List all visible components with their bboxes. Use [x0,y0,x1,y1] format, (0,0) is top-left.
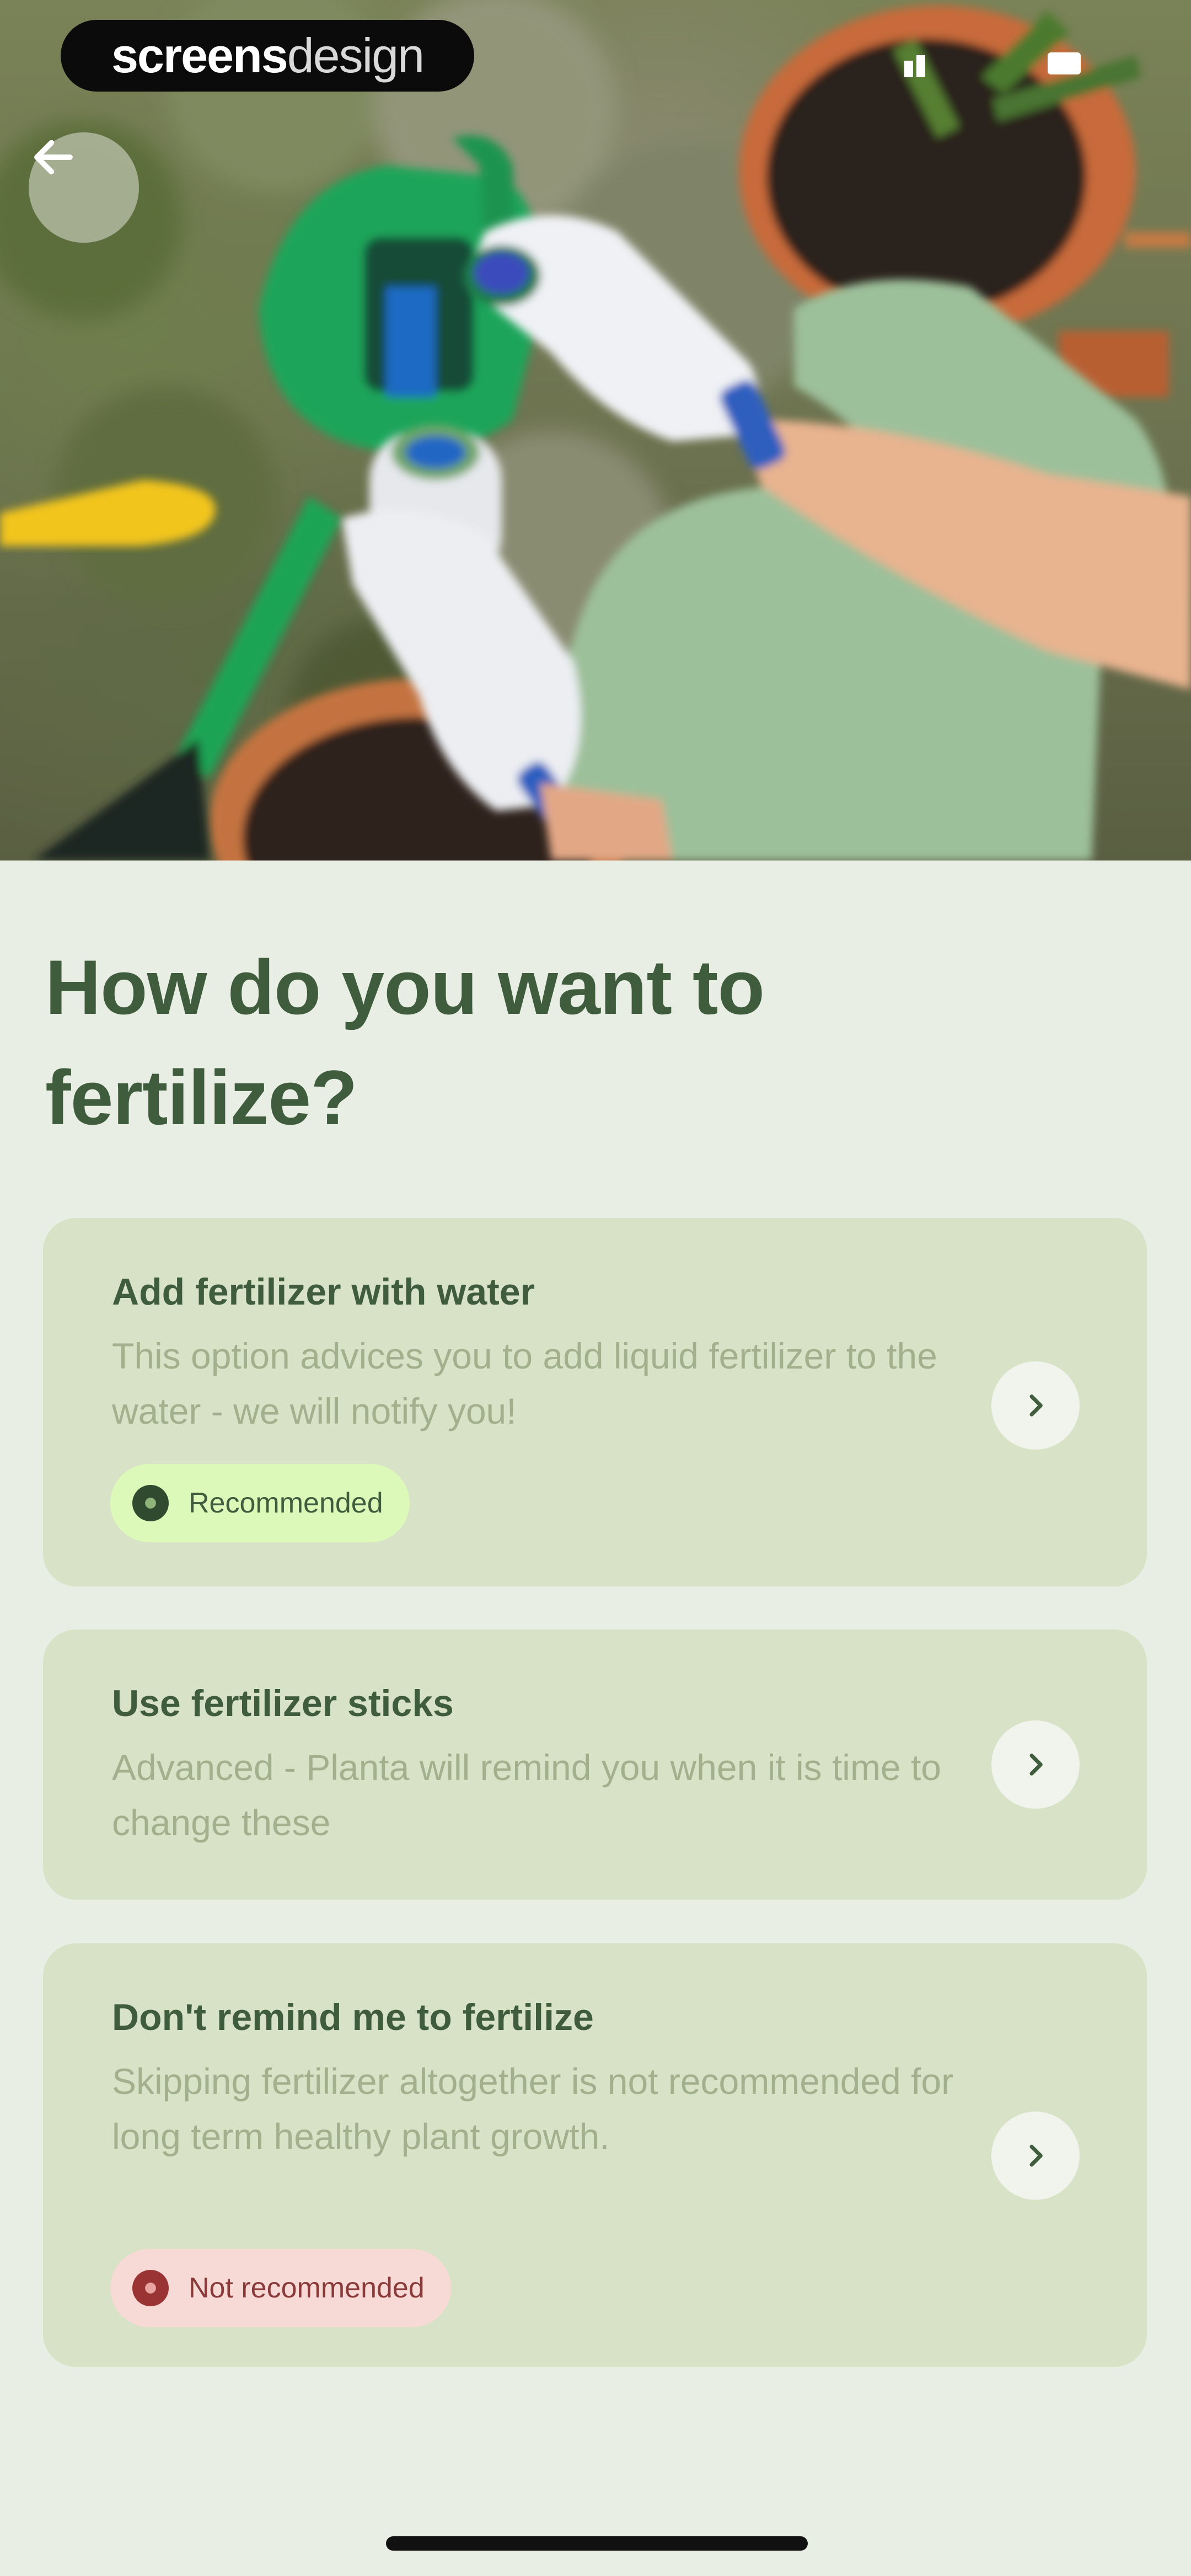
recommended-dot-icon [132,1485,169,1521]
badge-label: Recommended [189,1487,383,1519]
gardening-photo-illustration [0,0,1191,861]
chevron-right-icon [1029,1394,1043,1417]
option-title: Use fertilizer sticks [112,1682,454,1724]
arrow-left-icon [34,140,73,175]
option-card-sticks[interactable]: Use fertilizer sticks Advanced - Planta … [43,1629,1147,1900]
recommended-badge: Recommended [110,1464,410,1542]
page-title: How do you want to fertilize? [45,944,765,1141]
chevron-right-button[interactable] [991,1720,1080,1809]
option-title: Add fertilizer with water [112,1271,535,1313]
option-description: This option advices you to add liquid fe… [112,1335,937,1431]
chevron-right-icon [1029,2145,1043,2167]
option-description: Advanced - Planta will remind you when i… [112,1747,942,1843]
option-description: Skipping fertilizer altogether is not re… [112,2061,954,2157]
home-indicator [386,2536,808,2551]
badge-label: Not recommended [189,2272,425,2304]
back-button[interactable] [29,132,139,243]
warning-dot-icon [132,2270,169,2306]
chevron-right-button[interactable] [991,1361,1080,1450]
hero-image: screens design [0,0,1191,861]
option-card-water[interactable]: Add fertilizer with water This option ad… [43,1218,1147,1586]
option-title: Don't remind me to fertilize [112,1996,594,2038]
not-recommended-badge: Not recommended [110,2249,451,2327]
chevron-right-button[interactable] [991,2112,1080,2200]
chevron-right-icon [1029,1754,1043,1776]
screensdesign-watermark: screens design [61,20,474,92]
fertilize-screen: screens design How do you want to fertili… [0,0,1191,2576]
option-card-no-reminder[interactable]: Don't remind me to fertilize Skipping fe… [43,1943,1147,2367]
